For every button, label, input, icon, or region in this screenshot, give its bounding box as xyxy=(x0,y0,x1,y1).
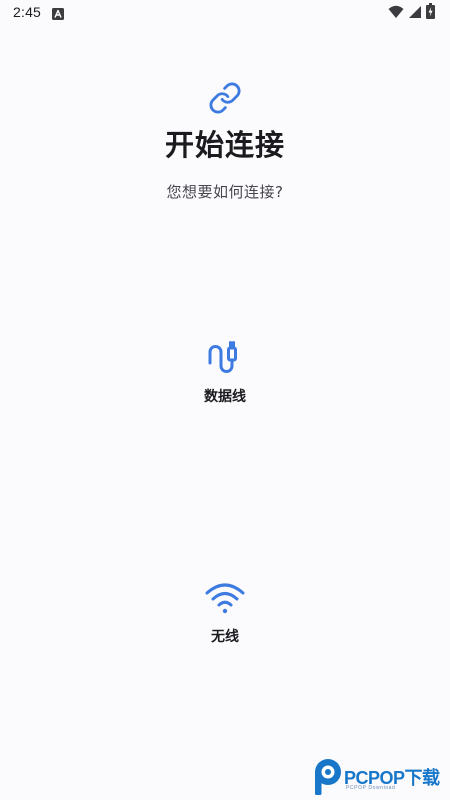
watermark-subtext: PCPOP Download xyxy=(346,785,396,791)
a-notification-icon xyxy=(52,5,64,20)
link-icon xyxy=(208,81,242,115)
battery-charging-icon xyxy=(426,3,435,23)
wireless-connect-option[interactable]: 无线 xyxy=(175,578,275,650)
pcpop-watermark: PCPOP下载 PCPOP Download xyxy=(312,758,448,796)
status-bar: 2:45 xyxy=(0,0,450,26)
cable-icon xyxy=(205,338,245,378)
page-title: 开始连接 xyxy=(164,128,285,162)
wifi-icon xyxy=(205,578,245,618)
wireless-option-label: 无线 xyxy=(211,629,239,645)
status-time: 2:45 xyxy=(13,4,42,20)
wifi-status-icon xyxy=(388,4,404,23)
page-subtitle: 您想要如何连接? xyxy=(166,183,284,201)
pcpop-logo-icon xyxy=(312,758,344,796)
signal-icon xyxy=(408,4,422,23)
cable-connect-option[interactable]: 数据线 xyxy=(175,338,275,410)
cable-option-label: 数据线 xyxy=(204,389,246,405)
